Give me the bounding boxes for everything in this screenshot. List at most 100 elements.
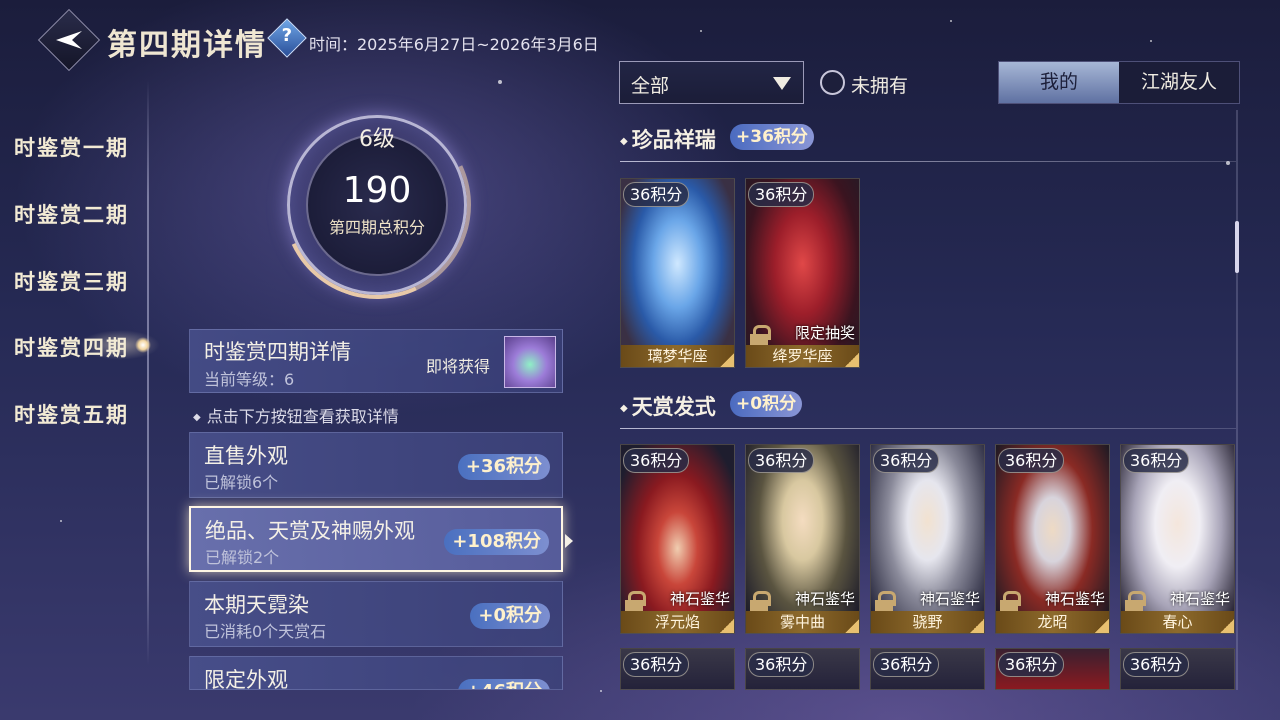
filter-selected: 全部 (631, 75, 670, 97)
upcoming-reward-icon[interactable] (504, 336, 556, 388)
not-owned-label[interactable]: 未拥有 (851, 71, 908, 98)
section-divider (620, 428, 1236, 429)
page-title: 第四期详情 (107, 28, 267, 63)
scrollbar-track[interactable] (1236, 110, 1238, 690)
star-decoration (60, 520, 62, 522)
item-card[interactable]: 36积分 璃梦华座 (620, 178, 735, 368)
item-name: 璃梦华座 (621, 345, 734, 367)
category-sub: 已解锁6个 (204, 473, 279, 492)
nav-item-period-2[interactable]: 时鉴赏二期 (14, 199, 129, 229)
owner-tabs: 我的 江湖友人 (998, 61, 1240, 104)
category-limited[interactable]: 限定外观 +46积分 (189, 656, 563, 690)
item-card[interactable]: 36积分 神石鉴华 浮元焰 (620, 444, 735, 634)
item-card[interactable]: 36积分 (620, 648, 735, 690)
item-tag: 限定抽奖 (794, 324, 855, 342)
not-owned-radio[interactable] (820, 70, 845, 95)
item-card[interactable]: 36积分 限定抽奖 绛罗华座 (745, 178, 860, 368)
item-corner-mark (845, 353, 859, 367)
lock-icon (750, 591, 771, 612)
item-corner-mark (720, 619, 734, 633)
item-tag: 神石鉴华 (1169, 590, 1230, 608)
total-points-value: 190 (342, 170, 412, 211)
item-tag: 神石鉴华 (794, 590, 855, 608)
section-title: 珍品祥瑞 (620, 124, 716, 154)
item-cost-badge: 36积分 (873, 652, 940, 677)
item-corner-mark (845, 619, 859, 633)
item-cost-badge: 36积分 (748, 182, 815, 207)
chevron-down-icon (773, 77, 791, 90)
item-card[interactable]: 36积分 (745, 648, 860, 690)
nav-item-period-4[interactable]: 时鉴赏四期 (14, 332, 151, 362)
item-tag: 神石鉴华 (669, 590, 730, 608)
detail-current-level: 当前等级：6 (204, 370, 295, 389)
star-decoration (600, 690, 602, 692)
help-icon[interactable]: ? (267, 18, 307, 58)
item-cost-badge: 36积分 (748, 652, 815, 677)
period-detail-card[interactable]: 时鉴赏四期详情 当前等级：6 即将获得 (189, 329, 563, 393)
item-name: 骁野 (871, 611, 984, 633)
category-dye[interactable]: 本期天霓染 已消耗0个天赏石 +0积分 (189, 581, 563, 647)
item-tag: 神石鉴华 (1044, 590, 1105, 608)
category-title: 本期天霓染 (204, 593, 309, 617)
item-cost-badge: 36积分 (1123, 448, 1190, 473)
level-label: 6级 (359, 127, 395, 152)
item-card[interactable]: 36积分 (1120, 648, 1235, 690)
category-points-badge: +46积分 (457, 679, 550, 689)
detail-title: 时鉴赏四期详情 (204, 340, 351, 364)
item-cost-badge: 36积分 (998, 448, 1065, 473)
filter-dropdown[interactable]: 全部 (619, 61, 804, 104)
section-points-badge: +36积分 (730, 124, 814, 150)
category-points-badge: +36积分 (457, 454, 550, 480)
item-card[interactable]: 36积分 神石鉴华 龙昭 (995, 444, 1110, 634)
item-card[interactable]: 36积分 (995, 648, 1110, 690)
item-card[interactable]: 36积分 神石鉴华 春心 (1120, 444, 1235, 634)
item-corner-mark (970, 619, 984, 633)
item-cost-badge: 36积分 (873, 448, 940, 473)
item-art-image (621, 179, 734, 367)
item-name: 龙昭 (996, 611, 1109, 633)
item-corner-mark (720, 353, 734, 367)
category-points-badge: +0积分 (470, 603, 550, 629)
item-card[interactable]: 36积分 神石鉴华 雾中曲 (745, 444, 860, 634)
item-tag: 神石鉴华 (919, 590, 980, 608)
item-card[interactable]: 36积分 (870, 648, 985, 690)
hint-text: 点击下方按钮查看获取详情 (193, 403, 399, 427)
category-title: 限定外观 (204, 668, 288, 690)
item-card[interactable]: 36积分 神石鉴华 骁野 (870, 444, 985, 634)
category-points-badge: +108积分 (444, 529, 549, 555)
lock-icon (750, 325, 771, 346)
lock-icon (1000, 591, 1021, 612)
total-points-caption: 第四期总积分 (328, 218, 425, 237)
lock-icon (625, 591, 646, 612)
item-cost-badge: 36积分 (1123, 652, 1190, 677)
section-title: 天赏发式 (620, 391, 716, 421)
category-title: 绝品、天赏及神赐外观 (205, 519, 415, 543)
lock-icon (1125, 591, 1146, 612)
nav-divider (147, 80, 149, 665)
category-direct-sale[interactable]: 直售外观 已解锁6个 +36积分 (189, 432, 563, 498)
selected-arrow-icon (565, 534, 573, 548)
item-corner-mark (1095, 619, 1109, 633)
back-button[interactable] (37, 8, 101, 72)
section-points-badge: +0积分 (730, 391, 803, 417)
scrollbar-thumb[interactable] (1235, 221, 1239, 273)
section-divider (620, 161, 1236, 162)
category-premium[interactable]: 绝品、天赏及神赐外观 已解锁2个 +108积分 (189, 506, 563, 572)
item-cost-badge: 36积分 (623, 448, 690, 473)
back-arrow-icon (56, 31, 82, 49)
lock-icon (875, 591, 896, 612)
item-name: 春心 (1121, 611, 1234, 633)
nav-item-period-3[interactable]: 时鉴赏三期 (14, 266, 129, 296)
category-sub: 已解锁2个 (205, 548, 280, 567)
category-sub: 已消耗0个天赏石 (204, 622, 327, 641)
item-cost-badge: 36积分 (998, 652, 1065, 677)
item-cost-badge: 36积分 (623, 652, 690, 677)
tab-mine[interactable]: 我的 (999, 62, 1119, 103)
star-decoration (950, 20, 952, 22)
tab-friends[interactable]: 江湖友人 (1119, 62, 1239, 103)
item-name: 浮元焰 (621, 611, 734, 633)
nav-item-period-1[interactable]: 时鉴赏一期 (14, 132, 129, 162)
item-cost-badge: 36积分 (623, 182, 690, 207)
nav-item-period-5[interactable]: 时鉴赏五期 (14, 399, 129, 429)
item-cost-badge: 36积分 (748, 448, 815, 473)
